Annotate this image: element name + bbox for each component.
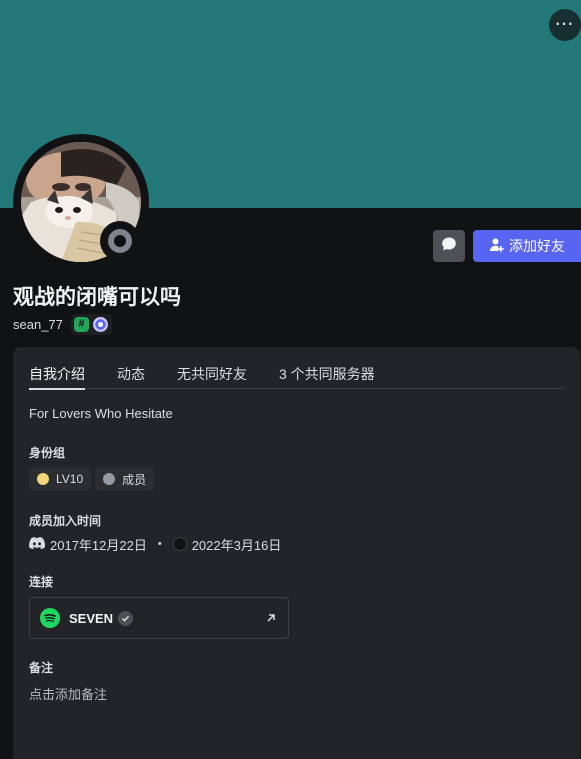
tab-about[interactable]: 自我介绍 [29,361,85,390]
role-color-dot [37,473,49,485]
connection-name: SEVEN [69,610,114,626]
display-name: 观战的闭嘴可以吗 [13,286,181,309]
role-chip[interactable]: 成员 [95,467,155,491]
member-since-heading: 成员加入时间 [29,514,102,528]
role-color-dot [103,473,116,485]
username[interactable]: sean_77 [13,317,63,332]
connections-heading: 连接 [29,575,54,589]
role-chip[interactable]: LV10 [29,467,92,491]
external-link-icon[interactable] [264,611,278,625]
about-me-text: For Lovers Who Hesitate [29,406,173,421]
server-boost-badge-icon[interactable] [92,316,109,333]
username-row: sean_77 # [13,313,112,335]
status-indicator [100,221,140,261]
more-options-button[interactable]: ··· [549,9,581,41]
connection-spotify[interactable]: SEVEN [29,597,289,639]
role-list: LV10 成员 [29,467,155,491]
offline-status-icon [108,229,132,253]
separator-dot: • [157,538,162,550]
spotify-icon [40,608,60,628]
tab-activity[interactable]: 动态 [117,361,145,389]
hashtag-badge-icon[interactable]: # [73,316,89,332]
member-since-row: 2017年12月22日 • 2022年3月16日 [29,534,281,554]
add-friend-label: 添加好友 [509,238,565,254]
add-person-icon [489,237,505,256]
more-horizontal-icon: ··· [555,16,575,33]
server-icon [172,537,187,551]
profile-card: 自我介绍 动态 无共同好友 3 个共同服务器 For Lovers Who He… [13,347,580,759]
chat-bubble-icon [441,236,457,257]
verified-check-icon [118,610,134,626]
message-button[interactable] [433,230,465,262]
profile-tabs: 自我介绍 动态 无共同好友 3 个共同服务器 [29,361,564,390]
role-label: 成员 [122,472,147,487]
discord-logo-icon [29,536,46,552]
add-friend-button[interactable]: 添加好友 [473,230,581,262]
tab-mutual-servers[interactable]: 3 个共同服务器 [279,361,375,389]
note-input[interactable]: 点击添加备注 [29,684,107,703]
badge-list: # [70,313,112,335]
roles-heading: 身份组 [29,446,66,460]
avatar-container[interactable] [13,134,149,270]
tab-mutual-friends[interactable]: 无共同好友 [177,361,247,389]
role-label: LV10 [56,472,84,486]
discord-join-date: 2017年12月22日 [50,537,147,553]
server-join-date: 2022年3月16日 [191,537,282,553]
note-heading: 备注 [29,661,54,675]
